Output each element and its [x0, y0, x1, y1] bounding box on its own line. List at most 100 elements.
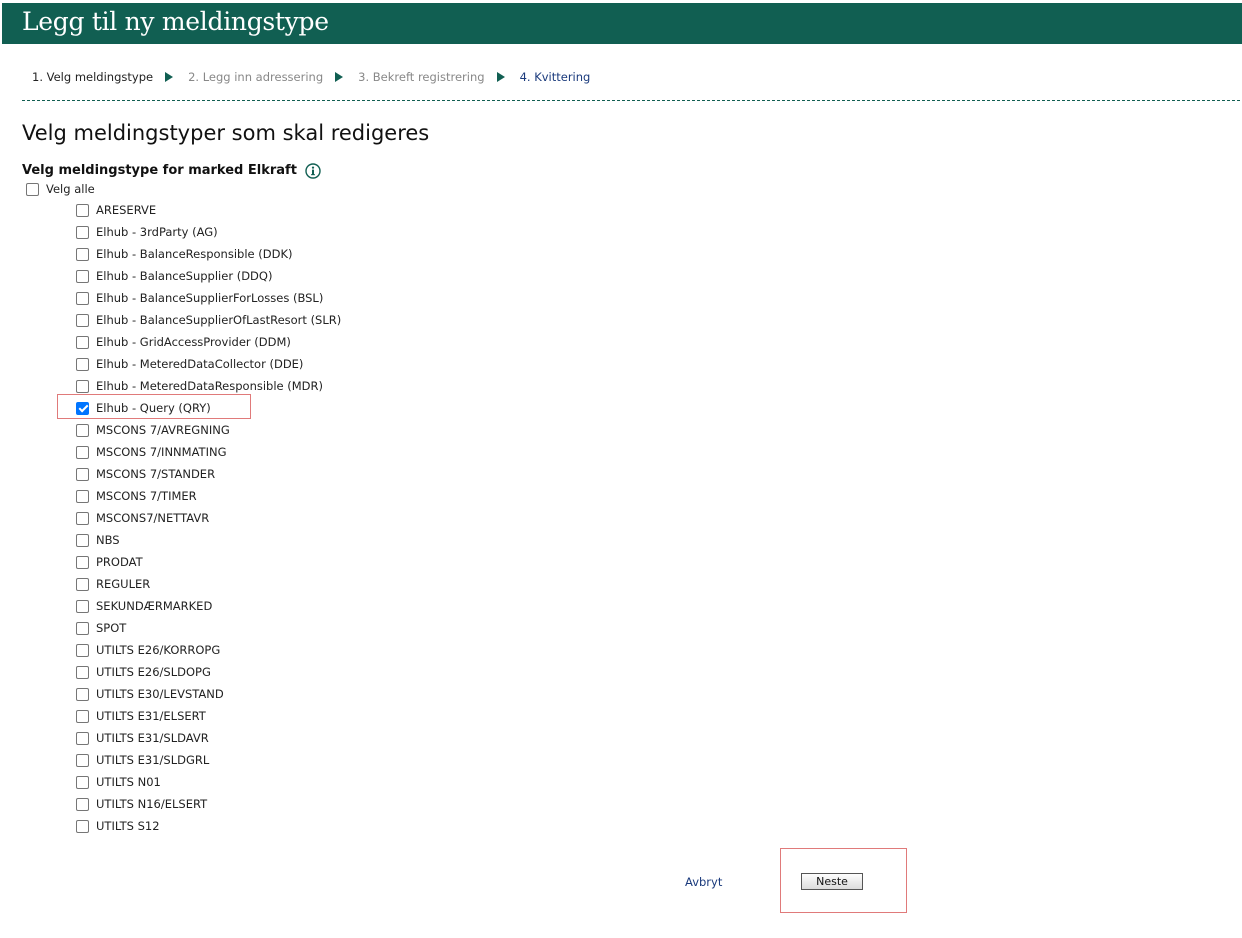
message-type-label: ARESERVE	[96, 203, 157, 217]
message-type-checkbox[interactable]	[76, 731, 89, 745]
message-type-label: Elhub - BalanceSupplier (DDQ)	[96, 269, 273, 283]
step-4: 4. Kvittering	[519, 70, 591, 84]
chevron-right-icon	[165, 72, 174, 82]
message-type-checkbox[interactable]	[76, 775, 89, 789]
message-type-checkbox[interactable]	[76, 819, 89, 833]
message-type-label: UTILTS E26/SLDOPG	[96, 665, 211, 679]
message-type-label: Elhub - BalanceSupplierOfLastResort (SLR…	[96, 313, 342, 327]
message-type-label: SPOT	[96, 621, 127, 635]
message-type-item[interactable]: MSCONS7/NETTAVR	[76, 507, 341, 529]
message-type-item[interactable]: UTILTS N01	[76, 771, 341, 793]
message-type-label: REGULER	[96, 577, 151, 591]
message-type-item[interactable]: NBS	[76, 529, 341, 551]
message-type-label: MSCONS 7/TIMER	[96, 489, 197, 503]
message-type-label: MSCONS 7/STANDER	[96, 467, 216, 481]
message-type-label: Elhub - BalanceSupplierForLosses (BSL)	[96, 291, 324, 305]
message-type-label: UTILTS E31/SLDAVR	[96, 731, 209, 745]
message-type-item[interactable]: MSCONS 7/TIMER	[76, 485, 341, 507]
message-type-item[interactable]: UTILTS N16/ELSERT	[76, 793, 341, 815]
message-type-item[interactable]: MSCONS 7/INNMATING	[76, 441, 341, 463]
message-type-checkbox[interactable]	[76, 291, 89, 305]
message-type-checkbox[interactable]	[76, 379, 89, 393]
message-type-checkbox[interactable]	[76, 665, 89, 679]
message-type-item[interactable]: Elhub - BalanceResponsible (DDK)	[76, 243, 341, 265]
message-type-checkbox[interactable]	[76, 269, 89, 283]
message-type-checkbox[interactable]	[76, 577, 89, 591]
page-title: Velg meldingstyper som skal redigeres	[22, 121, 430, 145]
message-type-item[interactable]: SEKUNDÆRMARKED	[76, 595, 341, 617]
dashed-divider	[22, 100, 1240, 101]
message-type-item[interactable]: MSCONS 7/AVREGNING	[76, 419, 341, 441]
message-type-label: MSCONS 7/AVREGNING	[96, 423, 230, 437]
message-type-label: Elhub - MeteredDataResponsible (MDR)	[96, 379, 324, 393]
message-type-label: MSCONS7/NETTAVR	[96, 511, 210, 525]
message-type-item[interactable]: UTILTS E31/ELSERT	[76, 705, 341, 727]
message-type-item[interactable]: REGULER	[76, 573, 341, 595]
message-type-item[interactable]: Elhub - BalanceSupplier (DDQ)	[76, 265, 341, 287]
message-type-item[interactable]: SPOT	[76, 617, 341, 639]
message-type-checkbox[interactable]	[76, 797, 89, 811]
message-type-label: UTILTS E26/KORROPG	[96, 643, 221, 657]
highlight-selected-row	[57, 394, 251, 419]
step-3: 3. Bekreft registrering	[358, 70, 485, 84]
message-type-checkbox[interactable]	[76, 203, 89, 217]
step-1: 1. Velg meldingstype	[32, 70, 154, 84]
message-type-label: Elhub - MeteredDataCollector (DDE)	[96, 357, 304, 371]
message-type-item[interactable]: UTILTS E30/LEVSTAND	[76, 683, 341, 705]
message-type-label: UTILTS E31/SLDGRL	[96, 753, 210, 767]
info-icon[interactable]	[305, 163, 321, 179]
message-type-checkbox[interactable]	[76, 621, 89, 635]
message-type-item[interactable]: PRODAT	[76, 551, 341, 573]
message-type-item[interactable]: UTILTS E31/SLDGRL	[76, 749, 341, 771]
page-header: Legg til ny meldingstype	[2, 3, 1242, 44]
section-label: Velg meldingstype for marked Elkraft	[22, 163, 297, 178]
message-type-checkbox[interactable]	[76, 313, 89, 327]
wizard-steps: 1. Velg meldingstype 2. Legg inn adresse…	[32, 69, 590, 85]
message-type-item[interactable]: Elhub - MeteredDataCollector (DDE)	[76, 353, 341, 375]
message-type-item[interactable]: ARESERVE	[76, 199, 341, 221]
message-type-label: PRODAT	[96, 555, 143, 569]
message-type-list: ARESERVE Elhub - 3rdParty (AG) Elhub - Bal…	[76, 199, 341, 837]
message-type-label: UTILTS N16/ELSERT	[96, 797, 208, 811]
message-type-item[interactable]: Elhub - BalanceSupplierForLosses (BSL)	[76, 287, 341, 309]
message-type-checkbox[interactable]	[76, 753, 89, 767]
message-type-item[interactable]: UTILTS S12	[76, 815, 341, 837]
select-all-label: Velg alle	[46, 182, 95, 196]
message-type-checkbox[interactable]	[76, 335, 89, 349]
message-type-label: SEKUNDÆRMARKED	[96, 599, 213, 613]
message-type-label: NBS	[96, 533, 120, 547]
message-type-item[interactable]: UTILTS E31/SLDAVR	[76, 727, 341, 749]
message-type-item[interactable]: MSCONS 7/STANDER	[76, 463, 341, 485]
message-type-checkbox[interactable]	[76, 467, 89, 481]
header-title: Legg til ny meldingstype	[22, 7, 329, 36]
message-type-checkbox[interactable]	[76, 445, 89, 459]
message-type-checkbox[interactable]	[76, 599, 89, 613]
message-type-checkbox[interactable]	[76, 247, 89, 261]
message-type-checkbox[interactable]	[76, 511, 89, 525]
step-2: 2. Legg inn adressering	[188, 70, 324, 84]
message-type-checkbox[interactable]	[76, 533, 89, 547]
message-type-item[interactable]: UTILTS E26/SLDOPG	[76, 661, 341, 683]
message-type-label: UTILTS N01	[96, 775, 161, 789]
message-type-checkbox[interactable]	[76, 423, 89, 437]
message-type-item[interactable]: Elhub - 3rdParty (AG)	[76, 221, 341, 243]
message-type-item[interactable]: Elhub - GridAccessProvider (DDM)	[76, 331, 341, 353]
message-type-checkbox[interactable]	[76, 489, 89, 503]
message-type-checkbox[interactable]	[76, 357, 89, 371]
select-all-option[interactable]: Velg alle	[26, 181, 95, 197]
message-type-label: Elhub - GridAccessProvider (DDM)	[96, 335, 291, 349]
message-type-checkbox[interactable]	[76, 687, 89, 701]
message-type-label: UTILTS E30/LEVSTAND	[96, 687, 224, 701]
message-type-label: UTILTS S12	[96, 819, 160, 833]
select-all-checkbox[interactable]	[26, 182, 39, 196]
message-type-item[interactable]: Elhub - BalanceSupplierOfLastResort (SLR…	[76, 309, 341, 331]
message-type-checkbox[interactable]	[76, 643, 89, 657]
message-type-item[interactable]: UTILTS E26/KORROPG	[76, 639, 341, 661]
chevron-right-icon	[335, 72, 344, 82]
message-type-checkbox[interactable]	[76, 709, 89, 723]
message-type-checkbox[interactable]	[76, 555, 89, 569]
message-type-label: UTILTS E31/ELSERT	[96, 709, 206, 723]
message-type-label: MSCONS 7/INNMATING	[96, 445, 227, 459]
cancel-link[interactable]: Avbryt	[685, 875, 722, 889]
message-type-checkbox[interactable]	[76, 225, 89, 239]
